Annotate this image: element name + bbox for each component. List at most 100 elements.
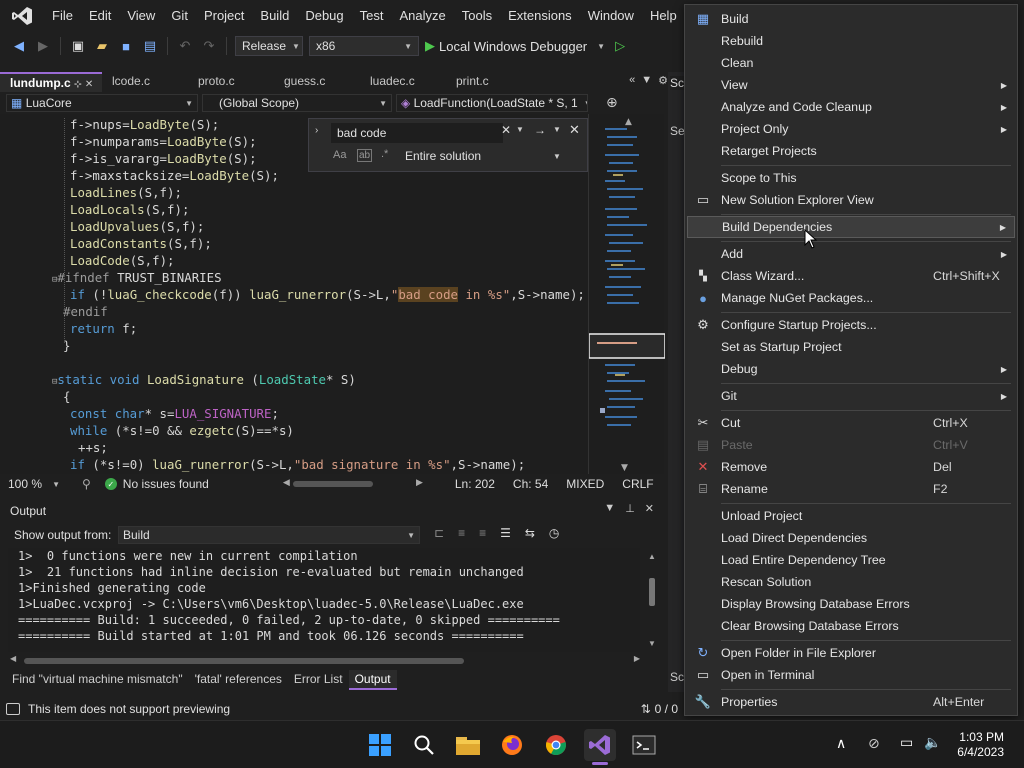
tab-overflow-icon[interactable]: « [629, 74, 635, 87]
close-icon[interactable]: ✕ [85, 79, 93, 90]
chevron-down-icon[interactable]: ▼ [553, 125, 561, 134]
tab-guess[interactable]: guess.c [274, 72, 360, 92]
start-button[interactable] [364, 729, 396, 761]
tab-lcode[interactable]: lcode.c [102, 72, 188, 92]
whitespace-mode[interactable]: MIXED [566, 477, 604, 491]
visual-studio-taskbar-button[interactable] [584, 729, 616, 765]
tab-proto[interactable]: proto.c [188, 72, 274, 92]
prev-message-icon[interactable]: ≡ [458, 526, 465, 540]
updown-arrows-icon[interactable]: ⇅ [641, 702, 651, 716]
menu-item-build[interactable]: ▦ Build [687, 8, 1015, 30]
menu-item-add[interactable]: Add ▶ [687, 243, 1015, 265]
tab-fatal-references[interactable]: 'fatal' references [189, 670, 288, 690]
tab-luadec[interactable]: luadec.c [360, 72, 446, 92]
chrome-button[interactable] [540, 729, 572, 761]
tab-error-list[interactable]: Error List [288, 670, 349, 690]
configuration-dropdown[interactable]: Release ▼ [235, 36, 303, 56]
menu-edit[interactable]: Edit [81, 0, 119, 32]
menu-item-open-terminal[interactable]: ▭ Open in Terminal [687, 664, 1015, 686]
scroll-right-icon[interactable]: ▶ [634, 654, 640, 663]
menu-git[interactable]: Git [163, 0, 196, 32]
intellicode-icon[interactable]: ⚲ [82, 477, 91, 491]
menu-item-git[interactable]: Git ▶ [687, 385, 1015, 407]
find-next-icon[interactable]: → [534, 123, 546, 137]
minimap-scrollbar[interactable]: ▲ ▼ [588, 114, 666, 474]
menu-item-properties[interactable]: 🔧 Properties Alt+Enter [687, 691, 1015, 713]
platform-dropdown[interactable]: x86 ▼ [309, 36, 419, 56]
firefox-button[interactable] [496, 729, 528, 761]
zoom-dropdown[interactable]: 100 % ▼ [0, 477, 60, 491]
scroll-down-icon[interactable]: ▼ [648, 639, 656, 648]
menu-analyze[interactable]: Analyze [391, 0, 453, 32]
start-debugging-button[interactable]: ▶ Local Windows Debugger ▼ [425, 38, 605, 54]
match-case-icon[interactable]: Aa [333, 149, 346, 161]
output-horizontal-scrollbar[interactable]: ◀ ▶ [10, 654, 640, 666]
status-counter[interactable]: 0 / 0 [655, 702, 678, 716]
output-source-dropdown[interactable]: Build ▼ [118, 526, 420, 544]
tab-lundump[interactable]: lundump.c ⊹ ✕ [0, 72, 102, 92]
network-off-icon[interactable]: ⊘ [868, 735, 880, 752]
menu-item-clear-db-errors[interactable]: Clear Browsing Database Errors [687, 615, 1015, 637]
back-icon[interactable]: ◀ [10, 37, 28, 55]
menu-extensions[interactable]: Extensions [500, 0, 580, 32]
menu-tools[interactable]: Tools [454, 0, 500, 32]
menu-item-rescan-solution[interactable]: Rescan Solution [687, 571, 1015, 593]
menu-item-load-entire-tree[interactable]: Load Entire Dependency Tree [687, 549, 1015, 571]
visual-studio-logo-icon[interactable] [0, 0, 44, 32]
function-dropdown[interactable]: ◈ LoadFunction(LoadState * S, 1 ▼ [396, 94, 588, 112]
word-wrap-icon[interactable]: ⇆ [525, 526, 535, 540]
menu-item-set-startup[interactable]: Set as Startup Project [687, 336, 1015, 358]
menu-window[interactable]: Window [580, 0, 642, 32]
file-explorer-button[interactable] [452, 729, 484, 761]
scope-dropdown[interactable]: (Global Scope) ▼ [202, 94, 392, 112]
tab-find-results[interactable]: Find "virtual machine mismatch" [0, 670, 189, 690]
scroll-left-icon[interactable]: ◀ [283, 477, 290, 488]
menu-help[interactable]: Help [642, 0, 685, 32]
menu-item-project-only[interactable]: Project Only ▶ [687, 118, 1015, 140]
horizontal-scrollbar[interactable]: ◀ ▶ [283, 477, 423, 491]
menu-item-paste[interactable]: ▤ Paste Ctrl+V [687, 434, 1015, 456]
pin-icon[interactable]: ⊹ [74, 79, 82, 89]
search-button[interactable] [408, 729, 440, 761]
chevron-down-icon[interactable]: ▼ [641, 74, 652, 87]
gear-icon[interactable]: ⚙ [658, 74, 668, 87]
close-icon[interactable]: ✕ [569, 122, 580, 138]
save-all-icon[interactable]: ▤ [141, 37, 159, 55]
menu-item-rename[interactable]: ⌸ Rename F2 [687, 478, 1015, 500]
menu-item-cut[interactable]: ✂ Cut Ctrl+X [687, 412, 1015, 434]
menu-item-display-db-errors[interactable]: Display Browsing Database Errors [687, 593, 1015, 615]
menu-item-scope-to-this[interactable]: Scope to This [687, 167, 1015, 189]
clear-search-icon[interactable]: ✕ [501, 123, 511, 137]
menu-test[interactable]: Test [352, 0, 392, 32]
expand-replace-icon[interactable]: › [315, 125, 318, 136]
vertical-scrollbar[interactable]: ▲ ▼ [646, 552, 658, 648]
chevron-down-icon[interactable]: ▼ [516, 125, 524, 134]
chevron-down-icon[interactable]: ▼ [553, 152, 561, 161]
line-ending[interactable]: CRLF [622, 477, 653, 491]
menu-item-unload-project[interactable]: Unload Project [687, 505, 1015, 527]
menu-item-new-se-view[interactable]: ▭ New Solution Explorer View [687, 189, 1015, 211]
chevron-down-icon[interactable]: ▼ [604, 502, 615, 515]
scroll-right-icon[interactable]: ▶ [416, 477, 423, 488]
scrollbar-thumb[interactable] [24, 658, 464, 664]
scroll-left-icon[interactable]: ◀ [10, 654, 16, 663]
scrollbar-thumb[interactable] [292, 481, 373, 487]
find-input[interactable]: bad code [331, 123, 503, 143]
menu-item-configure-startup[interactable]: ⚙ Configure Startup Projects... [687, 314, 1015, 336]
menu-item-manage-nuget[interactable]: ● Manage NuGet Packages... [687, 287, 1015, 309]
start-without-debugging-icon[interactable]: ▷ [611, 37, 629, 55]
forward-icon[interactable]: ▶ [34, 37, 52, 55]
regex-icon[interactable]: .* [381, 148, 388, 160]
save-icon[interactable]: ■ [117, 37, 135, 55]
tab-output[interactable]: Output [348, 670, 397, 690]
menu-item-open-folder[interactable]: ↻ Open Folder in File Explorer [687, 642, 1015, 664]
menu-file[interactable]: File [44, 0, 81, 32]
terminal-button[interactable] [628, 729, 660, 761]
menu-build[interactable]: Build [252, 0, 297, 32]
menu-item-rebuild[interactable]: Rebuild [687, 30, 1015, 52]
menu-item-load-direct-deps[interactable]: Load Direct Dependencies [687, 527, 1015, 549]
search-scope-value[interactable]: Entire solution [405, 149, 481, 163]
find-message-icon[interactable]: ⊏ [434, 526, 444, 540]
menu-item-analyze-cleanup[interactable]: Analyze and Code Cleanup ▶ [687, 96, 1015, 118]
redo-icon[interactable]: ↷ [200, 37, 218, 55]
